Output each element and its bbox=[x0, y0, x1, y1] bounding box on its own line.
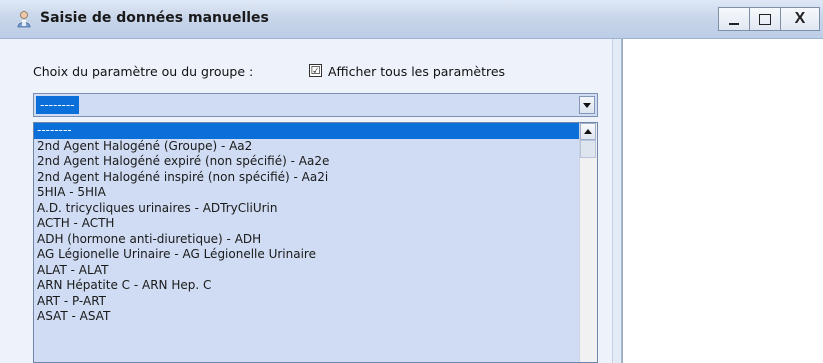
window-title: Saisie de données manuelles bbox=[40, 10, 269, 26]
close-icon: X bbox=[794, 10, 806, 27]
checkbox-check-icon: ☑ bbox=[310, 64, 321, 77]
chevron-up-icon bbox=[584, 129, 592, 134]
manual-data-entry-window: Saisie de données manuelles X Choix du p… bbox=[0, 0, 823, 363]
combobox-dropdown-button[interactable] bbox=[579, 96, 595, 114]
minimize-button[interactable] bbox=[718, 7, 750, 31]
maximize-button[interactable] bbox=[749, 7, 781, 31]
chevron-down-icon bbox=[583, 102, 591, 108]
combobox-value: -------- bbox=[36, 96, 79, 114]
parameter-choice-label: Choix du paramètre ou du groupe : bbox=[33, 64, 254, 79]
dropdown-option[interactable]: ADH (hormone anti-diuretique) - ADH bbox=[34, 232, 581, 248]
dropdown-scrollbar[interactable] bbox=[579, 123, 597, 362]
dropdown-option[interactable]: ASAT - ASAT bbox=[34, 309, 581, 325]
dropdown-option[interactable]: ALAT - ALAT bbox=[34, 263, 581, 279]
app-user-icon bbox=[17, 11, 31, 28]
pane-splitter[interactable] bbox=[612, 39, 622, 363]
dropdown-option[interactable]: A.D. tricycliques urinaires - ADTryCliUr… bbox=[34, 201, 581, 217]
scroll-up-button[interactable] bbox=[580, 123, 596, 140]
right-panel bbox=[622, 39, 823, 363]
dropdown-options: -------- 2nd Agent Halogéné (Groupe) - Aa… bbox=[34, 123, 581, 325]
dropdown-option[interactable]: AG Légionelle Urinaire - AG Légionelle U… bbox=[34, 247, 581, 263]
parameter-combobox[interactable]: -------- bbox=[33, 93, 598, 117]
title-bar[interactable]: Saisie de données manuelles X bbox=[0, 0, 823, 39]
close-button[interactable]: X bbox=[780, 7, 820, 31]
dropdown-option[interactable]: 2nd Agent Halogéné (Groupe) - Aa2 bbox=[34, 139, 581, 155]
dropdown-option[interactable]: ART - P-ART bbox=[34, 294, 581, 310]
parameter-dropdown-list[interactable]: -------- 2nd Agent Halogéné (Groupe) - Aa… bbox=[33, 122, 598, 363]
maximize-icon bbox=[759, 13, 771, 25]
dropdown-option[interactable]: ACTH - ACTH bbox=[34, 216, 581, 232]
show-all-parameters-label[interactable]: Afficher tous les paramètres bbox=[328, 64, 505, 79]
dropdown-option[interactable]: 2nd Agent Halogéné expiré (non spécifié)… bbox=[34, 154, 581, 170]
minimize-icon bbox=[729, 23, 739, 25]
dropdown-option[interactable]: 5HIA - 5HIA bbox=[34, 185, 581, 201]
scroll-thumb[interactable] bbox=[580, 140, 596, 158]
dropdown-option[interactable]: -------- bbox=[34, 123, 581, 139]
dropdown-option[interactable]: ARN Hépatite C - ARN Hep. C bbox=[34, 278, 581, 294]
dropdown-option[interactable]: 2nd Agent Halogéné inspiré (non spécifié… bbox=[34, 170, 581, 186]
show-all-parameters-checkbox[interactable]: ☑ bbox=[309, 64, 322, 77]
